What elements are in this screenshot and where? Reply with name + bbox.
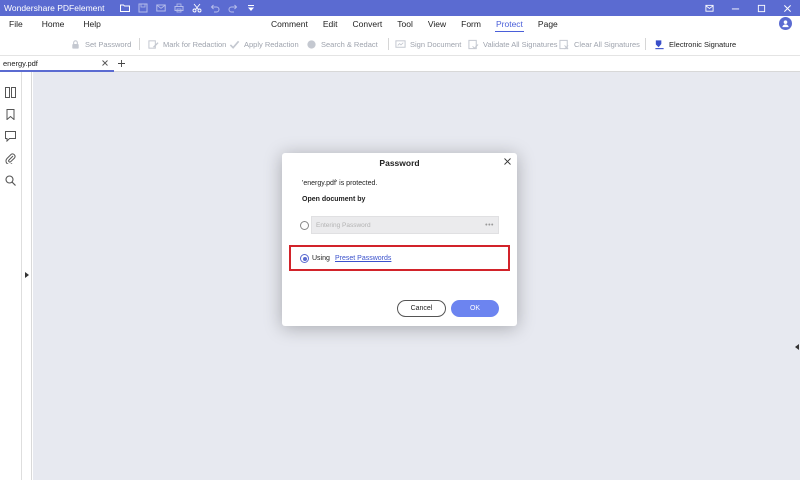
check-icon — [229, 40, 240, 49]
clear-signatures-icon — [559, 39, 569, 49]
dropdown-icon[interactable] — [242, 0, 260, 16]
undo-icon[interactable] — [206, 0, 224, 16]
signature-icon — [395, 39, 406, 48]
sign-document-button[interactable]: Sign Document — [395, 37, 461, 51]
validate-all-signatures-button[interactable]: Validate All Signatures — [468, 37, 558, 51]
bookmark-icon[interactable] — [4, 108, 17, 121]
tab-edit[interactable]: Edit — [323, 19, 338, 29]
scissors-icon[interactable] — [188, 0, 206, 16]
password-input[interactable] — [316, 221, 486, 229]
mark-for-redaction-button[interactable]: Mark for Redaction — [148, 37, 226, 51]
thumbnails-icon[interactable] — [4, 86, 17, 99]
open-document-by-label: Open document by — [302, 196, 366, 203]
set-password-label: Set Password — [85, 39, 132, 49]
protect-toolbar: Set Password Mark for Redaction Apply Re… — [0, 32, 800, 56]
tab-convert[interactable]: Convert — [353, 19, 383, 29]
apply-redaction-label: Apply Redaction — [244, 39, 299, 49]
cancel-button[interactable]: Cancel — [397, 300, 446, 317]
clear-all-signatures-button[interactable]: Clear All Signatures — [559, 37, 640, 51]
menu-bar: File Home Help Comment Edit Convert Tool… — [0, 16, 800, 32]
minimize-icon[interactable] — [722, 0, 748, 16]
document-tab-bar: energy.pdf — [0, 56, 800, 72]
close-tab-icon[interactable] — [100, 58, 110, 68]
document-tab[interactable]: energy.pdf — [0, 56, 114, 72]
set-password-button[interactable]: Set Password — [70, 37, 131, 51]
menu-left: File Home Help — [9, 19, 120, 29]
comment-icon[interactable] — [4, 130, 17, 143]
add-tab-icon[interactable] — [116, 58, 126, 69]
ok-button[interactable]: OK — [451, 300, 499, 317]
quick-access-toolbar — [116, 0, 260, 16]
save-icon[interactable] — [134, 0, 152, 16]
dialog-title: Password — [379, 158, 420, 168]
toolbar-divider — [645, 38, 646, 50]
apply-redaction-button[interactable]: Apply Redaction — [229, 37, 299, 51]
redaction-marker-icon — [148, 39, 159, 49]
password-field: ••• — [311, 216, 499, 234]
left-sidebar — [0, 72, 22, 480]
print-icon[interactable] — [170, 0, 188, 16]
close-window-icon[interactable] — [774, 0, 800, 16]
ribbon-tabs: Comment Edit Convert Tool View Form Prot… — [271, 16, 573, 32]
electronic-signature-label: Electronic Signature — [669, 39, 737, 49]
expand-left-panel-icon[interactable] — [25, 272, 29, 278]
app-title: Wondershare PDFelement — [4, 3, 105, 13]
toolbar-divider — [139, 38, 140, 50]
toolbar-divider — [388, 38, 389, 50]
validate-all-signatures-label: Validate All Signatures — [483, 39, 558, 49]
tab-comment[interactable]: Comment — [271, 19, 308, 29]
entering-password-radio[interactable] — [300, 221, 309, 230]
title-bar: Wondershare PDFelement — [0, 0, 800, 16]
password-dialog: Password 'energy.pdf' is protected. Open… — [282, 153, 517, 326]
tab-page[interactable]: Page — [538, 19, 558, 29]
attachment-icon[interactable] — [4, 152, 17, 165]
menu-home[interactable]: Home — [42, 19, 65, 29]
dialog-close-icon[interactable] — [502, 156, 513, 167]
clear-all-signatures-label: Clear All Signatures — [574, 39, 640, 49]
tab-protect[interactable]: Protect — [494, 19, 524, 32]
maximize-icon[interactable] — [748, 0, 774, 16]
document-tab-label: energy.pdf — [3, 58, 38, 68]
search-redact-button[interactable]: Search & Redact — [306, 37, 378, 51]
redo-icon[interactable] — [224, 0, 242, 16]
email-icon[interactable] — [152, 0, 170, 16]
electronic-signature-icon — [655, 39, 664, 49]
menu-help[interactable]: Help — [83, 19, 100, 29]
mark-for-redaction-label: Mark for Redaction — [163, 39, 227, 49]
search-icon[interactable] — [4, 174, 17, 187]
search-redact-icon — [307, 39, 316, 49]
preset-passwords-link[interactable]: Preset Passwords — [335, 255, 391, 262]
user-account-icon[interactable] — [779, 17, 792, 30]
using-label: Using — [312, 255, 330, 262]
menu-file[interactable]: File — [9, 19, 23, 29]
message-icon[interactable] — [696, 0, 722, 16]
validate-icon — [468, 39, 479, 49]
tab-form[interactable]: Form — [461, 19, 481, 29]
search-redact-label: Search & Redact — [321, 39, 378, 49]
tab-view[interactable]: View — [428, 19, 446, 29]
expand-right-panel-icon[interactable] — [795, 344, 799, 350]
tab-tool[interactable]: Tool — [397, 19, 413, 29]
window-controls — [696, 0, 800, 16]
show-password-icon[interactable]: ••• — [485, 222, 494, 229]
sign-document-label: Sign Document — [410, 39, 462, 49]
folder-icon[interactable] — [116, 0, 134, 16]
using-preset-radio[interactable] — [300, 254, 309, 263]
electronic-signature-button[interactable]: Electronic Signature — [654, 37, 736, 51]
lock-icon — [72, 39, 79, 49]
protected-message: 'energy.pdf' is protected. — [302, 180, 378, 187]
